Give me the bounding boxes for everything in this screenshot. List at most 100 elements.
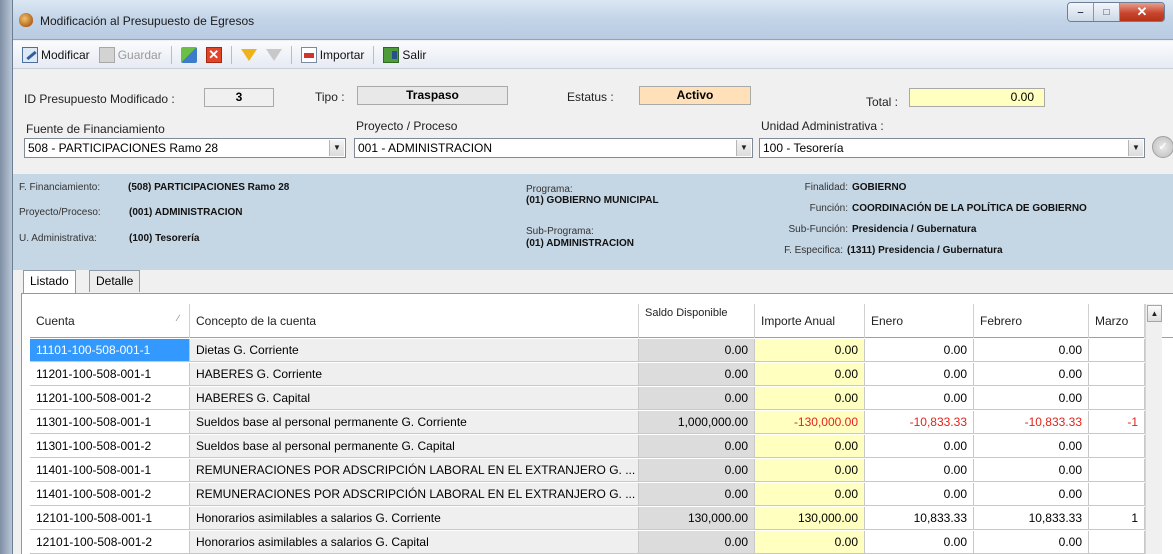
cell-saldo[interactable]: 0.00: [639, 459, 755, 482]
column-header-concepto[interactable]: Concepto de la cuenta: [190, 304, 639, 338]
cell-concepto[interactable]: REMUNERACIONES POR ADSCRIPCIÓN LABORAL E…: [190, 483, 639, 506]
table-row[interactable]: 12101-100-508-001-1 Honorarios asimilable…: [30, 507, 1145, 530]
cell-importe[interactable]: 0.00: [755, 363, 865, 386]
table-row[interactable]: 11201-100-508-001-2 HABERES G. Capital 0.0…: [30, 387, 1145, 410]
unidad-dropdown[interactable]: 100 - Tesorería ▼: [759, 138, 1145, 158]
table-row[interactable]: 11301-100-508-001-2 Sueldos base al perso…: [30, 435, 1145, 458]
cell-febrero[interactable]: 0.00: [974, 363, 1089, 386]
column-header-febrero[interactable]: Febrero: [974, 304, 1089, 338]
clear-filter-button[interactable]: [263, 44, 285, 66]
cell-importe[interactable]: 0.00: [755, 483, 865, 506]
cell-saldo[interactable]: 0.00: [639, 435, 755, 458]
cell-importe[interactable]: 0.00: [755, 459, 865, 482]
cell-concepto[interactable]: REMUNERACIONES POR ADSCRIPCIÓN LABORAL E…: [190, 459, 639, 482]
cell-febrero[interactable]: 0.00: [974, 387, 1089, 410]
chevron-down-icon[interactable]: ▼: [736, 140, 751, 156]
cell-enero[interactable]: -10,833.33: [865, 411, 974, 434]
cell-concepto[interactable]: Sueldos base al personal permanente G. C…: [190, 411, 639, 434]
cell-saldo[interactable]: 0.00: [639, 363, 755, 386]
cell-saldo[interactable]: 0.00: [639, 531, 755, 554]
table-row[interactable]: 11401-100-508-001-2 REMUNERACIONES POR AD…: [30, 483, 1145, 506]
vertical-scrollbar[interactable]: ▲: [1145, 304, 1162, 554]
cell-concepto[interactable]: Honorarios asimilables a salarios G. Cap…: [190, 531, 639, 554]
cell-marzo[interactable]: -1: [1089, 411, 1145, 434]
chevron-down-icon[interactable]: ▼: [329, 140, 344, 156]
table-row[interactable]: 11201-100-508-001-1 HABERES G. Corriente 0…: [30, 363, 1145, 386]
refresh-button[interactable]: [178, 44, 200, 66]
cell-concepto[interactable]: HABERES G. Corriente: [190, 363, 639, 386]
cell-importe[interactable]: 130,000.00: [755, 507, 865, 530]
cell-febrero[interactable]: -10,833.33: [974, 411, 1089, 434]
table-row[interactable]: 11301-100-508-001-1 Sueldos base al perso…: [30, 411, 1145, 434]
column-header-importe[interactable]: Importe Anual: [755, 304, 865, 338]
cell-concepto[interactable]: HABERES G. Capital: [190, 387, 639, 410]
cell-febrero[interactable]: 10,833.33: [974, 507, 1089, 530]
cell-enero[interactable]: 0.00: [865, 435, 974, 458]
cell-marzo[interactable]: [1089, 363, 1145, 386]
cell-enero[interactable]: 10,833.33: [865, 507, 974, 530]
close-button[interactable]: ✕: [1120, 3, 1164, 21]
column-header-cuenta[interactable]: Cuenta ∕: [30, 304, 190, 338]
table-row[interactable]: 11401-100-508-001-1 REMUNERACIONES POR AD…: [30, 459, 1145, 482]
cell-enero[interactable]: 0.00: [865, 363, 974, 386]
cell-importe[interactable]: 0.00: [755, 531, 865, 554]
importar-button[interactable]: Importar: [298, 44, 368, 66]
apply-check-button[interactable]: ✓: [1152, 136, 1173, 158]
cell-importe[interactable]: 0.00: [755, 339, 865, 362]
cell-cuenta[interactable]: 11401-100-508-001-1: [30, 459, 190, 482]
cell-saldo[interactable]: 130,000.00: [639, 507, 755, 530]
tab-detalle[interactable]: Detalle: [89, 270, 141, 292]
cell-cuenta[interactable]: 11201-100-508-001-2: [30, 387, 190, 410]
cell-cuenta[interactable]: 11401-100-508-001-2: [30, 483, 190, 506]
tab-listado[interactable]: Listado: [23, 270, 76, 294]
cell-marzo[interactable]: [1089, 483, 1145, 506]
cell-marzo[interactable]: [1089, 387, 1145, 410]
cell-marzo[interactable]: [1089, 339, 1145, 362]
filter-button[interactable]: [238, 44, 260, 66]
table-row[interactable]: 12101-100-508-001-2 Honorarios asimilable…: [30, 531, 1145, 554]
cell-importe[interactable]: -130,000.00: [755, 411, 865, 434]
cell-cuenta[interactable]: 11101-100-508-001-1: [30, 339, 190, 362]
column-header-marzo[interactable]: Marzo: [1089, 304, 1145, 338]
cell-febrero[interactable]: 0.00: [974, 483, 1089, 506]
cell-importe[interactable]: 0.00: [755, 387, 865, 410]
column-header-saldo[interactable]: Saldo Disponible: [639, 304, 755, 338]
cell-saldo[interactable]: 0.00: [639, 339, 755, 362]
cell-cuenta[interactable]: 12101-100-508-001-2: [30, 531, 190, 554]
modificar-button[interactable]: Modificar: [19, 44, 93, 66]
cell-concepto[interactable]: Dietas G. Corriente: [190, 339, 639, 362]
cell-cuenta[interactable]: 12101-100-508-001-1: [30, 507, 190, 530]
cancel-button[interactable]: ✕: [203, 44, 225, 66]
cell-enero[interactable]: 0.00: [865, 387, 974, 410]
cell-cuenta[interactable]: 11201-100-508-001-1: [30, 363, 190, 386]
cell-marzo[interactable]: [1089, 459, 1145, 482]
cell-saldo[interactable]: 0.00: [639, 387, 755, 410]
chevron-down-icon[interactable]: ▼: [1128, 140, 1143, 156]
cell-cuenta[interactable]: 11301-100-508-001-2: [30, 435, 190, 458]
cell-importe[interactable]: 0.00: [755, 435, 865, 458]
cell-febrero[interactable]: 0.00: [974, 339, 1089, 362]
proyecto-dropdown[interactable]: 001 - ADMINISTRACION ▼: [354, 138, 753, 158]
cell-concepto[interactable]: Honorarios asimilables a salarios G. Cor…: [190, 507, 639, 530]
cell-cuenta[interactable]: 11301-100-508-001-1: [30, 411, 190, 434]
cell-enero[interactable]: 0.00: [865, 339, 974, 362]
minimize-button[interactable]: ‒: [1068, 3, 1094, 21]
cell-enero[interactable]: 0.00: [865, 483, 974, 506]
cell-enero[interactable]: 0.00: [865, 531, 974, 554]
maximize-button[interactable]: □: [1094, 3, 1120, 21]
cell-marzo[interactable]: [1089, 435, 1145, 458]
cell-febrero[interactable]: 0.00: [974, 531, 1089, 554]
table-row[interactable]: 11101-100-508-001-1 Dietas G. Corriente 0.…: [30, 339, 1145, 362]
cell-saldo[interactable]: 1,000,000.00: [639, 411, 755, 434]
cell-concepto[interactable]: Sueldos base al personal permanente G. C…: [190, 435, 639, 458]
cell-enero[interactable]: 0.00: [865, 459, 974, 482]
column-header-enero[interactable]: Enero: [865, 304, 974, 338]
cell-marzo[interactable]: 1: [1089, 507, 1145, 530]
fuente-dropdown[interactable]: 508 - PARTICIPACIONES Ramo 28 ▼: [24, 138, 346, 158]
cell-febrero[interactable]: 0.00: [974, 435, 1089, 458]
salir-button[interactable]: Salir: [380, 44, 429, 66]
guardar-button[interactable]: Guardar: [96, 44, 165, 66]
cell-febrero[interactable]: 0.00: [974, 459, 1089, 482]
scroll-up-arrow-icon[interactable]: ▲: [1147, 305, 1162, 322]
cell-marzo[interactable]: [1089, 531, 1145, 554]
